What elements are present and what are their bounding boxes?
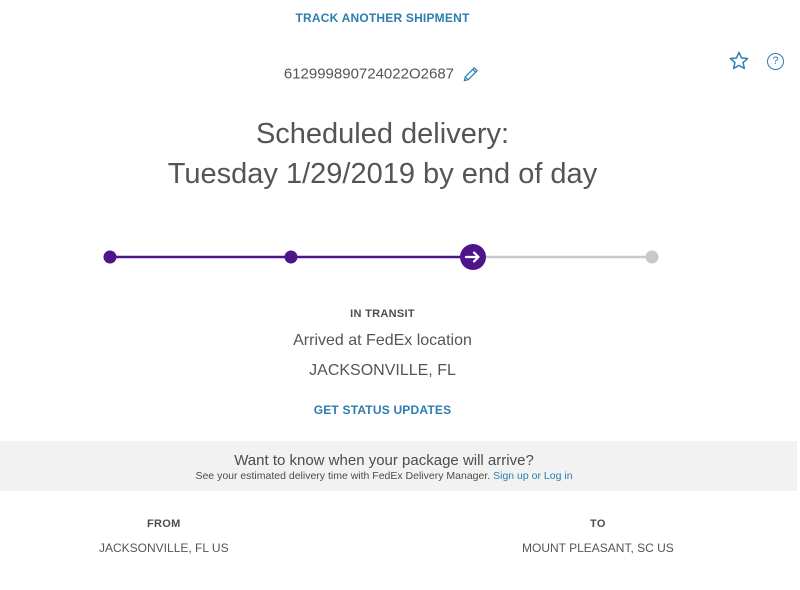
track-another-shipment-link[interactable]: TRACK ANOTHER SHIPMENT	[0, 11, 765, 25]
progress-step-2	[284, 250, 298, 264]
banner-title: Want to know when your package will arri…	[234, 452, 534, 469]
status-location: JACKSONVILLE, FL	[309, 362, 456, 379]
banner-subtitle-text: See your estimated delivery time with Fe…	[195, 470, 491, 482]
progress-step-1	[103, 250, 117, 264]
sign-up-link[interactable]: Sign up	[493, 470, 529, 482]
progress-step-4	[645, 250, 659, 264]
pencil-icon[interactable]	[461, 64, 481, 84]
status-description: Arrived at FedEx location	[293, 332, 472, 349]
from-location: JACKSONVILLE, FL US	[99, 541, 229, 555]
to-location: MOUNT PLEASANT, SC US	[522, 541, 674, 555]
from-label: FROM	[147, 518, 181, 530]
shipment-progress-bar	[103, 244, 659, 270]
scheduled-delivery-heading: Scheduled delivery:	[255, 118, 510, 150]
help-icon[interactable]: ?	[767, 52, 784, 70]
tracking-number: 612999890724022O2687	[283, 65, 454, 83]
banner-subtitle: See your estimated delivery time with Fe…	[0, 470, 768, 482]
log-in-link[interactable]: Log in	[544, 470, 573, 482]
to-label: TO	[590, 518, 606, 530]
progress-step-current	[460, 244, 486, 270]
tracking-number-row: 612999890724022O2687	[0, 64, 765, 84]
scheduled-delivery: Scheduled delivery: Tuesday 1/29/2019 by…	[0, 114, 765, 194]
banner-or-text: or	[531, 470, 541, 482]
get-status-updates-link[interactable]: GET STATUS UPDATES	[0, 403, 765, 417]
scheduled-delivery-date: Tuesday 1/29/2019 by end of day	[167, 158, 598, 190]
delivery-manager-banner: Want to know when your package will arri…	[0, 441, 797, 491]
status-label: IN TRANSIT	[350, 308, 415, 320]
